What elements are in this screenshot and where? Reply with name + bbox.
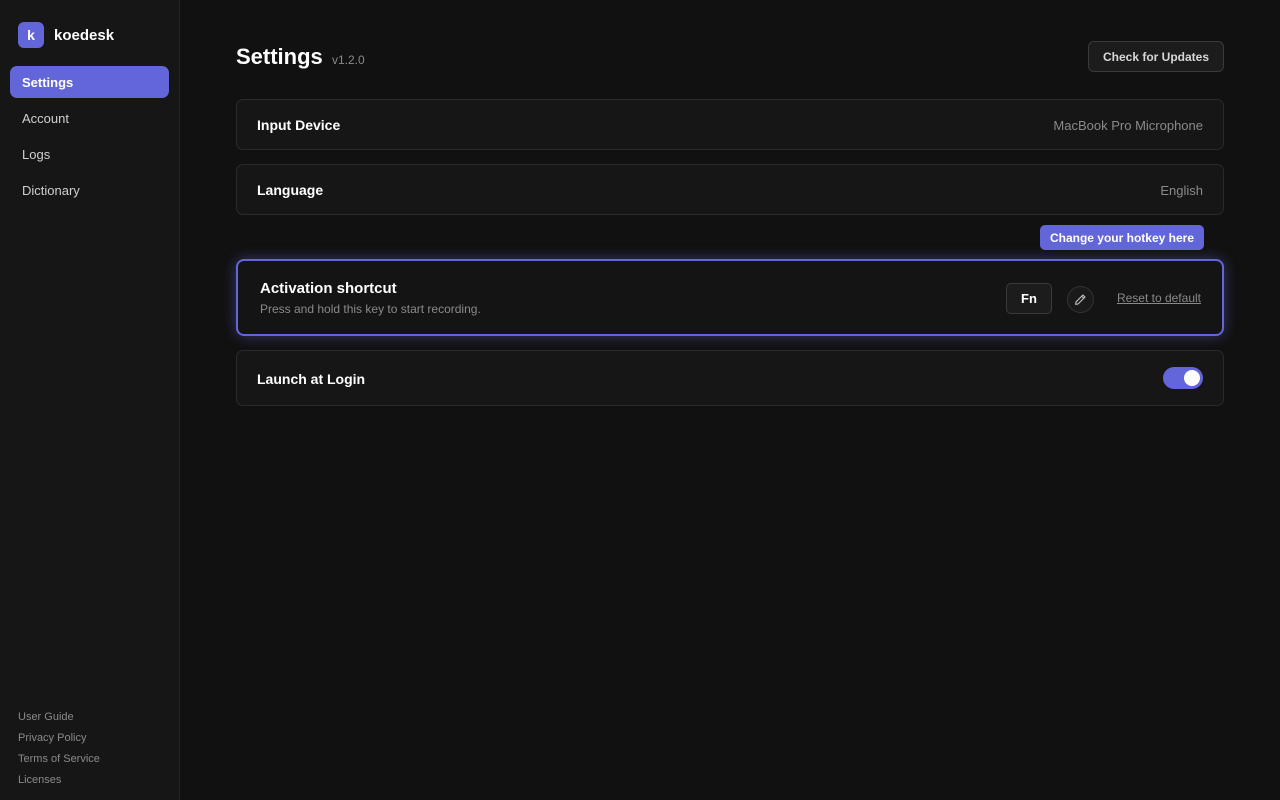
input-device-row[interactable]: Input Device MacBook Pro Microphone <box>236 99 1224 150</box>
app-name: koedesk <box>54 26 115 44</box>
activation-shortcut-description: Press and hold this key to start recordi… <box>260 302 481 316</box>
sidebar-item-dictionary[interactable]: Dictionary <box>10 174 169 206</box>
activation-shortcut-card: Activation shortcut Press and hold this … <box>236 259 1224 336</box>
launch-at-login-row: Launch at Login <box>236 350 1224 406</box>
input-device-label: Input Device <box>257 117 341 133</box>
language-row[interactable]: Language English <box>236 164 1224 215</box>
reset-to-default-link[interactable]: Reset to default <box>1117 291 1201 305</box>
licenses-link[interactable]: Licenses <box>18 773 100 794</box>
sidebar-footer: User Guide Privacy Policy Terms of Servi… <box>18 710 100 794</box>
toggle-knob <box>1184 370 1200 386</box>
edit-hotkey-button[interactable] <box>1067 286 1094 313</box>
page-header: Settings v1.2.0 Check for Updates <box>236 41 1224 74</box>
launch-at-login-toggle[interactable] <box>1163 367 1203 389</box>
input-device-value[interactable]: MacBook Pro Microphone <box>1053 118 1203 133</box>
sidebar-item-logs[interactable]: Logs <box>10 138 169 170</box>
app-logo: k <box>18 22 44 48</box>
sidebar-nav: Settings Account Logs Dictionary <box>10 66 169 210</box>
launch-at-login-label: Launch at Login <box>257 371 366 387</box>
language-value[interactable]: English <box>1160 183 1203 198</box>
version-label: v1.2.0 <box>332 53 365 67</box>
page-title: Settings <box>236 44 323 69</box>
language-label: Language <box>257 182 324 198</box>
sidebar-item-settings[interactable]: Settings <box>10 66 169 98</box>
brand: k koedesk <box>18 22 114 48</box>
activation-shortcut-title: Activation shortcut <box>260 280 397 297</box>
user-guide-link[interactable]: User Guide <box>18 710 100 731</box>
privacy-policy-link[interactable]: Privacy Policy <box>18 731 100 752</box>
terms-of-service-link[interactable]: Terms of Service <box>18 752 100 773</box>
sidebar-item-account[interactable]: Account <box>10 102 169 134</box>
pencil-icon <box>1075 294 1086 305</box>
hotkey-chip[interactable]: Fn <box>1006 283 1052 314</box>
hotkey-tooltip: Change your hotkey here <box>1039 225 1204 250</box>
check-for-updates-button[interactable]: Check for Updates <box>1087 41 1224 72</box>
sidebar: k koedesk Settings Account Logs Dictiona… <box>0 0 180 800</box>
